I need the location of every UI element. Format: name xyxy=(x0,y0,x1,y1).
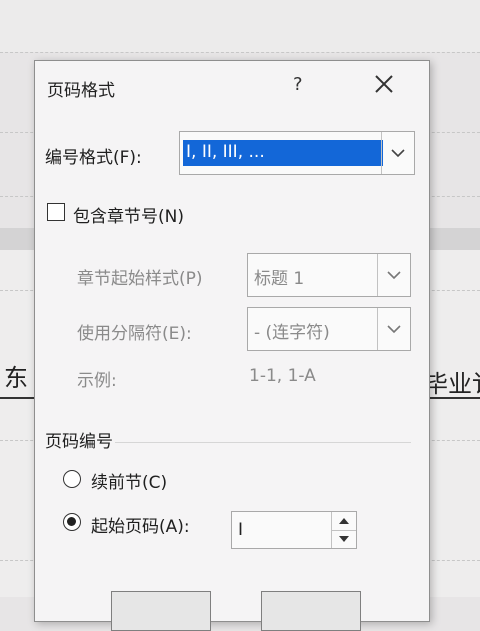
start-at-radio[interactable] xyxy=(63,513,81,531)
example-value: 1-1, 1-A xyxy=(249,366,316,386)
document-text-right: 毕业讠 xyxy=(424,370,480,398)
separator-select[interactable]: - (连字符) xyxy=(247,307,411,351)
chapter-style-select[interactable]: 标题 1 xyxy=(247,253,411,297)
close-icon xyxy=(375,75,393,93)
number-format-value: I, II, III, ... xyxy=(186,142,265,162)
close-button[interactable] xyxy=(371,71,397,97)
increment-button[interactable] xyxy=(332,512,356,531)
page-numbering-section-label: 页码编号 xyxy=(45,432,113,452)
section-divider xyxy=(115,442,411,443)
chevron-down-icon xyxy=(391,149,405,158)
include-chapter-label[interactable]: 包含章节号(N) xyxy=(73,202,184,227)
chapter-style-value: 标题 1 xyxy=(254,269,305,289)
number-format-select[interactable]: I, II, III, ... xyxy=(179,131,415,175)
example-label: 示例: xyxy=(77,371,117,391)
separator-dropdown[interactable] xyxy=(377,308,410,350)
decrement-button[interactable] xyxy=(332,530,356,548)
triangle-down-icon xyxy=(339,536,349,542)
chevron-down-icon xyxy=(387,271,401,280)
continue-previous-radio[interactable] xyxy=(63,470,81,488)
page-border-line xyxy=(0,52,480,53)
separator-value: - (连字符) xyxy=(254,323,330,343)
spinner-arrows xyxy=(331,512,356,548)
ok-button[interactable] xyxy=(111,591,211,631)
page-number-format-dialog: 页码格式 ? 编号格式(F): I, II, III, ... 包含章节号(N)… xyxy=(34,60,430,631)
start-at-label[interactable]: 起始页码(A): xyxy=(91,512,190,537)
separator-label: 使用分隔符(E): xyxy=(77,324,192,344)
start-at-spinner[interactable]: I xyxy=(231,511,357,549)
continue-previous-label[interactable]: 续前节(C) xyxy=(91,468,167,493)
include-chapter-checkbox[interactable] xyxy=(47,203,65,221)
document-text-left: 东 xyxy=(4,364,28,392)
start-at-value[interactable]: I xyxy=(238,520,243,540)
number-format-dropdown[interactable] xyxy=(381,132,414,174)
triangle-up-icon xyxy=(339,518,349,524)
chapter-style-label: 章节起始样式(P) xyxy=(77,269,203,289)
dialog-title: 页码格式 xyxy=(47,81,115,101)
chapter-style-dropdown[interactable] xyxy=(377,254,410,296)
cancel-button[interactable] xyxy=(261,591,361,631)
document-background xyxy=(0,0,480,52)
chevron-down-icon xyxy=(387,325,401,334)
help-button[interactable]: ? xyxy=(293,74,303,95)
number-format-label: 编号格式(F): xyxy=(45,148,142,168)
